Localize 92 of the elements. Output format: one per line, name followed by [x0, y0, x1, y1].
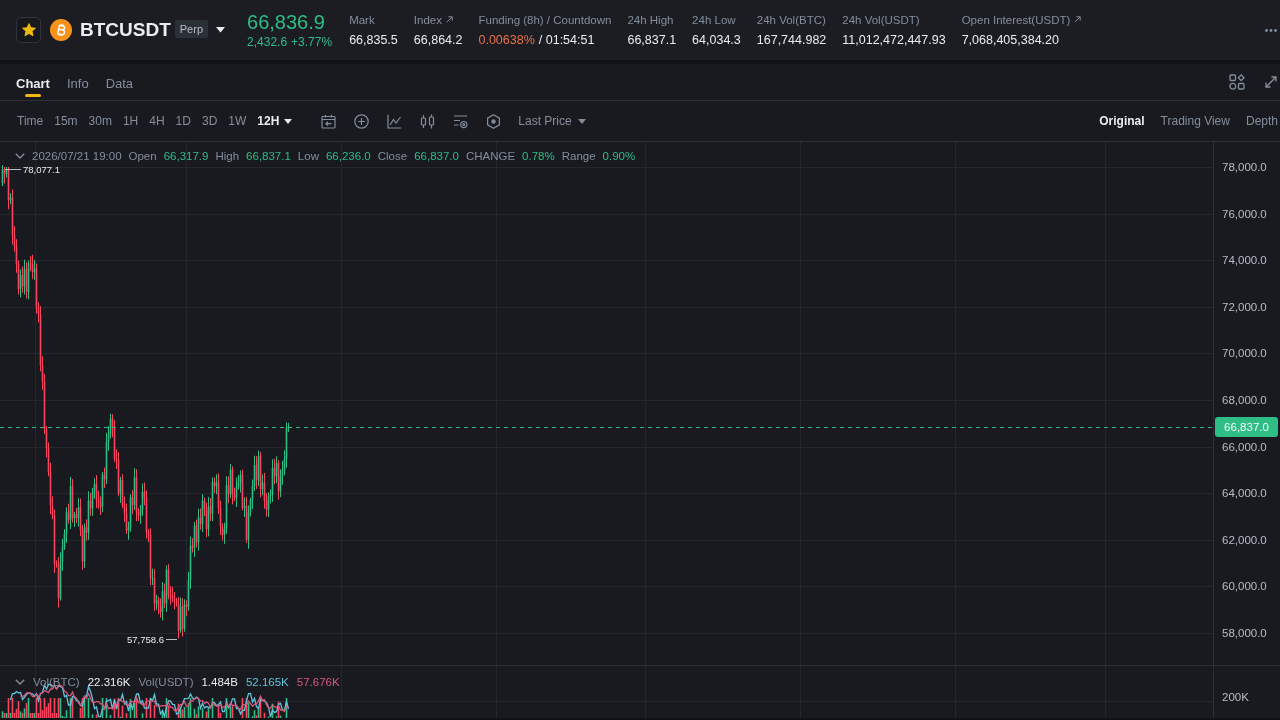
legend-value: 0.78%: [522, 149, 555, 163]
low-price-label: 57,758.6: [127, 634, 164, 645]
interval-button[interactable]: 1D: [175, 114, 191, 128]
coin-icon: [50, 19, 72, 41]
funding-countdown: / 01:54:51: [538, 32, 595, 48]
legend-value: 22.316K: [87, 675, 131, 689]
stat-value: 167,744.982: [756, 32, 827, 48]
legend-label: Vol(BTC): [33, 675, 80, 689]
interval-button[interactable]: 4H: [149, 114, 165, 128]
chevron-down-icon[interactable]: [15, 679, 25, 685]
calendar-icon[interactable]: [321, 113, 337, 129]
stat-value: 7,068,405,384.20: [961, 32, 1059, 48]
legend-value: 66,236.0: [325, 149, 371, 163]
stat-label: Funding (8h) / Countdown: [478, 12, 612, 27]
stat-label: Mark: [349, 12, 375, 27]
stat-label: 24h Low: [692, 12, 736, 27]
legend-label: CHANGE: [465, 149, 516, 163]
stat-label: 24h Vol(USDT): [842, 12, 920, 27]
funding-rate: 0.00638%: [478, 32, 535, 48]
interval-button[interactable]: 12H: [257, 114, 293, 128]
last-price: 66,836.9: [247, 11, 326, 33]
favorite-button[interactable]: [16, 17, 41, 43]
line-chart-icon[interactable]: [387, 113, 403, 129]
plus-circle-icon[interactable]: [354, 113, 370, 129]
legend-label: Low: [297, 149, 319, 163]
interval-button[interactable]: 1H: [122, 114, 139, 128]
price-axis-label: 72,000.0: [1222, 300, 1267, 314]
contract-type-badge: Perp: [174, 19, 209, 38]
stat-value: 66,835.5: [349, 32, 398, 48]
price-axis-label: 62,000.0: [1222, 533, 1267, 547]
stat-value: 66,837.1: [627, 32, 677, 48]
interval-button[interactable]: Time: [17, 114, 44, 128]
interval-button[interactable]: 15m: [54, 114, 78, 128]
price-axis-label: 78,000.0: [1222, 160, 1267, 174]
view-tab[interactable]: Trading View: [1160, 114, 1230, 128]
view-tab[interactable]: Depth: [1245, 114, 1278, 128]
candlestick-icon[interactable]: [420, 113, 436, 129]
legend-value: 66,837.1: [246, 149, 291, 163]
arrow-icon[interactable]: [445, 16, 453, 23]
legend-value: 1.484B: [201, 675, 238, 689]
price-axis-label: 60,000.0: [1222, 579, 1267, 593]
last-price-label: 66,837.0: [1215, 417, 1278, 437]
legend-label: Open: [128, 149, 157, 163]
price-axis-label: 74,000.0: [1222, 253, 1267, 267]
arrow-icon[interactable]: [1074, 16, 1082, 23]
expand-icon[interactable]: [1264, 75, 1278, 89]
stat-value: 66,864.2: [413, 32, 463, 48]
view-tab[interactable]: Original: [1099, 114, 1145, 128]
legend-value: 52.165K: [245, 675, 289, 689]
leader-line: [4, 169, 22, 170]
stat-label: Open Interest(USDT): [961, 12, 1071, 27]
legend-label: Vol(USDT): [138, 675, 194, 689]
volume-axis-label: 200K: [1222, 690, 1249, 704]
legend-label: Range: [561, 149, 596, 163]
caret-icon: [284, 118, 293, 124]
caret-icon: [577, 118, 586, 124]
price-axis-label: 68,000.0: [1222, 393, 1267, 407]
legend-label: High: [215, 149, 240, 163]
interval-button[interactable]: 30m: [88, 114, 112, 128]
stat-value: 64,034.3: [692, 32, 741, 48]
more-icon[interactable]: [1265, 28, 1277, 32]
tab[interactable]: Info: [66, 64, 89, 100]
high-price-label: 78,077.1: [23, 164, 60, 175]
price-change: 2,432.6: [247, 35, 288, 49]
price-axis-label: 76,000.0: [1222, 207, 1267, 221]
legend-value: 0.90%: [602, 149, 636, 163]
legend-value: 66,837.0: [414, 149, 459, 163]
settings-lines-icon[interactable]: [453, 113, 469, 129]
legend-value: 66,317.9: [163, 149, 209, 163]
legend-label: Close: [377, 149, 408, 163]
stat-value: 11,012,472,447.93: [842, 32, 946, 48]
candle-time: 2026/07/21 19:00: [32, 149, 122, 163]
price-change-percent: +3.77%: [291, 35, 333, 49]
stat-label: Index: [413, 12, 442, 27]
hexagon-icon[interactable]: [486, 113, 502, 129]
leader-line: [165, 639, 178, 640]
shapes-grid-icon[interactable]: [1229, 74, 1245, 90]
stat-label: 24h High: [627, 12, 674, 27]
legend-value: 57.676K: [296, 675, 340, 689]
interval-button[interactable]: 3D: [201, 114, 218, 128]
price-axis-label: 70,000.0: [1222, 346, 1267, 360]
tab[interactable]: Chart: [16, 64, 50, 100]
price-source-dropdown[interactable]: Last Price: [518, 114, 586, 128]
price-axis-label: 64,000.0: [1222, 486, 1267, 500]
caret-icon[interactable]: [216, 27, 226, 33]
stat-label: 24h Vol(BTC): [756, 12, 826, 27]
symbol-name: BTCUSDT: [80, 19, 171, 41]
price-axis-label: 58,000.0: [1222, 626, 1267, 640]
tab[interactable]: Data: [105, 64, 134, 100]
price-axis-label: 66,000.0: [1222, 440, 1267, 454]
interval-button[interactable]: 1W: [228, 114, 247, 128]
chevron-down-icon[interactable]: [15, 153, 25, 159]
